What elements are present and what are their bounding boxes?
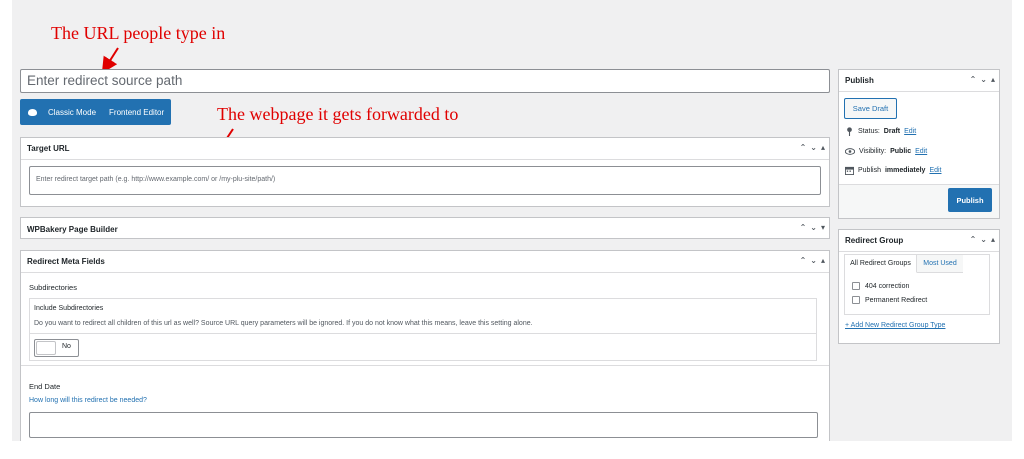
move-down-icon[interactable]: ⌄ bbox=[980, 235, 987, 245]
redirect-source-input[interactable]: Enter redirect source path bbox=[20, 69, 830, 93]
save-draft-button[interactable]: Save Draft bbox=[844, 98, 897, 119]
subdirectories-panel bbox=[29, 298, 817, 361]
wpbakery-box: WPBakery Page Builder ⌃ ⌄ ▾ bbox=[20, 217, 830, 239]
target-url-title: Target URL bbox=[27, 144, 70, 153]
schedule-edit-link[interactable]: Edit bbox=[929, 167, 941, 174]
eye-icon bbox=[845, 148, 855, 155]
target-url-input[interactable]: Enter redirect target path (e.g. http://… bbox=[29, 166, 821, 195]
collapse-icon[interactable]: ▴ bbox=[821, 256, 825, 266]
include-subdirectories-label: Include Subdirectories bbox=[34, 305, 104, 312]
toggle-value: No bbox=[62, 343, 71, 350]
move-down-icon[interactable]: ⌄ bbox=[810, 256, 817, 266]
status-label: Status: bbox=[858, 128, 880, 135]
publish-value: immediately bbox=[884, 167, 926, 174]
collapse-icon[interactable]: ▴ bbox=[821, 143, 825, 153]
publish-label: Publish bbox=[858, 167, 881, 174]
target-url-box: Target URL ⌃ ⌄ ▴ Enter redirect target p… bbox=[20, 137, 830, 207]
option-label: Permanent Redirect bbox=[865, 296, 928, 304]
move-up-icon[interactable]: ⌃ bbox=[800, 223, 807, 233]
move-up-icon[interactable]: ⌃ bbox=[800, 256, 807, 266]
subdirectories-heading: Subdirectories bbox=[29, 283, 77, 292]
collapse-icon[interactable]: ▴ bbox=[991, 235, 995, 245]
status-value: Draft bbox=[883, 128, 901, 135]
end-date-heading: End Date bbox=[29, 382, 61, 391]
tab-most-used[interactable]: Most Used bbox=[917, 255, 963, 273]
visibility-row: Visibility: Public Edit bbox=[845, 147, 927, 156]
editor-mode-bar: Classic Mode Frontend Editor bbox=[20, 99, 171, 125]
wpbakery-title: WPBakery Page Builder bbox=[27, 224, 118, 234]
pin-icon bbox=[847, 127, 852, 136]
frontend-editor-button[interactable]: Frontend Editor bbox=[109, 108, 164, 117]
add-new-redirect-group-link[interactable]: + Add New Redirect Group Type bbox=[845, 322, 945, 329]
wpbakery-icon bbox=[28, 108, 37, 116]
end-date-description: How long will this redirect be needed? bbox=[29, 397, 147, 404]
publish-button[interactable]: Publish bbox=[948, 188, 992, 212]
redirect-meta-title: Redirect Meta Fields bbox=[27, 257, 105, 266]
end-date-input[interactable] bbox=[29, 412, 818, 438]
schedule-row: Publish immediately Edit bbox=[845, 166, 942, 175]
move-down-icon[interactable]: ⌄ bbox=[980, 75, 987, 85]
move-down-icon[interactable]: ⌄ bbox=[810, 223, 817, 233]
divider bbox=[30, 333, 816, 334]
visibility-edit-link[interactable]: Edit bbox=[915, 148, 927, 155]
arrow-to-source-input bbox=[101, 47, 119, 74]
publish-box-title: Publish bbox=[845, 76, 874, 85]
move-up-icon[interactable]: ⌃ bbox=[800, 143, 807, 153]
visibility-value: Public bbox=[890, 148, 912, 155]
checkbox[interactable] bbox=[852, 282, 860, 290]
checkbox[interactable] bbox=[852, 296, 860, 304]
expand-icon[interactable]: ▾ bbox=[821, 223, 825, 233]
tab-all-redirect-groups[interactable]: All Redirect Groups bbox=[845, 255, 917, 273]
status-row: Status: Draft Edit bbox=[845, 127, 916, 136]
collapse-icon[interactable]: ▴ bbox=[991, 75, 995, 85]
option-permanent-redirect[interactable]: Permanent Redirect bbox=[852, 296, 927, 304]
toggle-knob bbox=[36, 341, 56, 355]
include-subdirectories-toggle[interactable]: No bbox=[34, 339, 79, 357]
visibility-label: Visibility: bbox=[859, 148, 887, 155]
classic-mode-button[interactable]: Classic Mode bbox=[48, 108, 96, 117]
status-edit-link[interactable]: Edit bbox=[904, 128, 916, 135]
option-label: 404 correction bbox=[865, 282, 910, 290]
include-subdirectories-description: Do you want to redirect all children of … bbox=[34, 320, 533, 327]
calendar-icon bbox=[845, 166, 854, 175]
move-down-icon[interactable]: ⌄ bbox=[810, 143, 817, 153]
move-up-icon[interactable]: ⌃ bbox=[970, 75, 977, 85]
option-404-correction[interactable]: 404 correction bbox=[852, 282, 909, 290]
move-up-icon[interactable]: ⌃ bbox=[970, 235, 977, 245]
redirect-group-title: Redirect Group bbox=[845, 236, 904, 245]
